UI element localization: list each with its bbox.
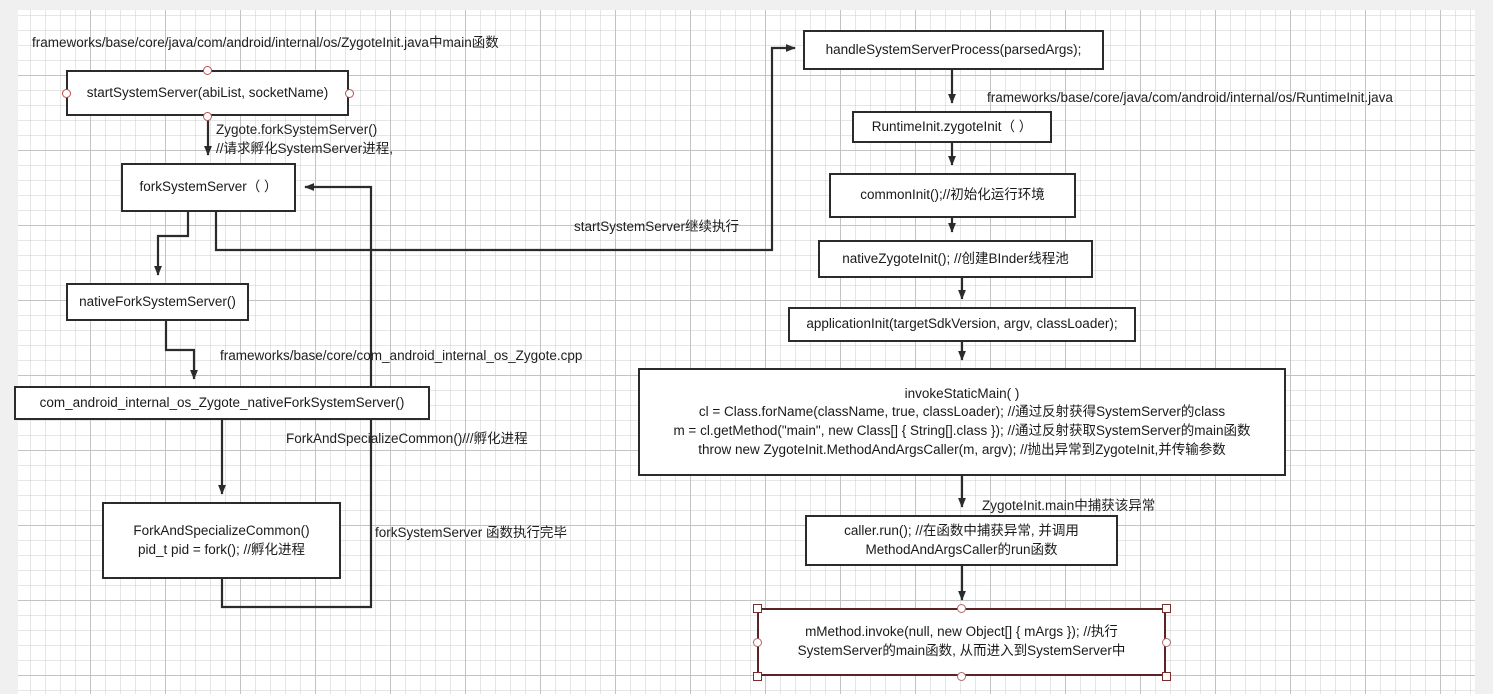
connection-handle-top-icon[interactable] [957, 603, 966, 613]
resize-handle-top-right[interactable] [1161, 603, 1171, 613]
node-mMethodInvoke[interactable]: mMethod.invoke(null, new Object[] { mArg… [757, 608, 1166, 676]
connection-handle-bottom-icon[interactable] [957, 671, 966, 681]
label-lbl-forkandspecialize[interactable]: ForkAndSpecializeCommon()///孵化进程 [286, 430, 528, 449]
connection-handle-left-icon[interactable] [61, 88, 71, 98]
label-lbl-catch-exception[interactable]: ZygoteInit.main中捕获该异常 [982, 497, 1155, 516]
node-handleSystemServerProcess[interactable]: handleSystemServerProcess(parsedArgs); [803, 30, 1104, 70]
label-lbl-zygote-forksystemserver[interactable]: Zygote.forkSystemServer() //请求孵化SystemSe… [216, 121, 393, 158]
connection-handle-right-icon[interactable] [1161, 637, 1171, 647]
label-lbl-zygote-cpp-path[interactable]: frameworks/base/core/com_android_interna… [220, 347, 582, 366]
node-commonInit[interactable]: commonInit();//初始化运行环境 [829, 173, 1076, 218]
node-startSystemServer[interactable]: startSystemServer(abiList, socketName) [66, 70, 349, 116]
node-applicationInit[interactable]: applicationInit(targetSdkVersion, argv, … [788, 307, 1136, 342]
resize-handle-bottom-right[interactable] [1161, 671, 1171, 681]
node-nativeForkSystemServer[interactable]: nativeForkSystemServer() [66, 283, 249, 321]
resize-handle-top-left[interactable] [752, 603, 762, 613]
node-runtimeInitZygoteInit[interactable]: RuntimeInit.zygoteInit（ ） [852, 111, 1052, 143]
connection-handle-left-icon[interactable] [752, 637, 762, 647]
node-forkSystemServer[interactable]: forkSystemServer（ ） [121, 163, 296, 212]
node-nativeZygoteInit[interactable]: nativeZygoteInit(); //创建BInder线程池 [818, 240, 1093, 278]
label-lbl-fork-done[interactable]: forkSystemServer 函数执行完毕 [375, 524, 567, 543]
label-lbl-start-continue[interactable]: startSystemServer继续执行 [574, 218, 739, 237]
label-lbl-zygoteinit-path[interactable]: frameworks/base/core/java/com/android/in… [32, 34, 499, 53]
node-forkAndSpecializeCommon[interactable]: ForkAndSpecializeCommon() pid_t pid = fo… [102, 502, 341, 579]
connection-handle-right-icon[interactable] [344, 88, 354, 98]
connection-handle-top-icon[interactable] [203, 65, 212, 75]
connection-handle-bottom-icon[interactable] [203, 111, 212, 121]
node-jniZygoteNativeFork[interactable]: com_android_internal_os_Zygote_nativeFor… [14, 386, 430, 420]
resize-handle-bottom-left[interactable] [752, 671, 762, 681]
label-lbl-runtimeinit-path[interactable]: frameworks/base/core/java/com/android/in… [987, 89, 1393, 108]
node-invokeStaticMain[interactable]: invokeStaticMain( ) cl = Class.forName(c… [638, 368, 1286, 476]
node-callerRun[interactable]: caller.run(); //在函数中捕获异常, 并调用 MethodAndA… [805, 515, 1118, 566]
